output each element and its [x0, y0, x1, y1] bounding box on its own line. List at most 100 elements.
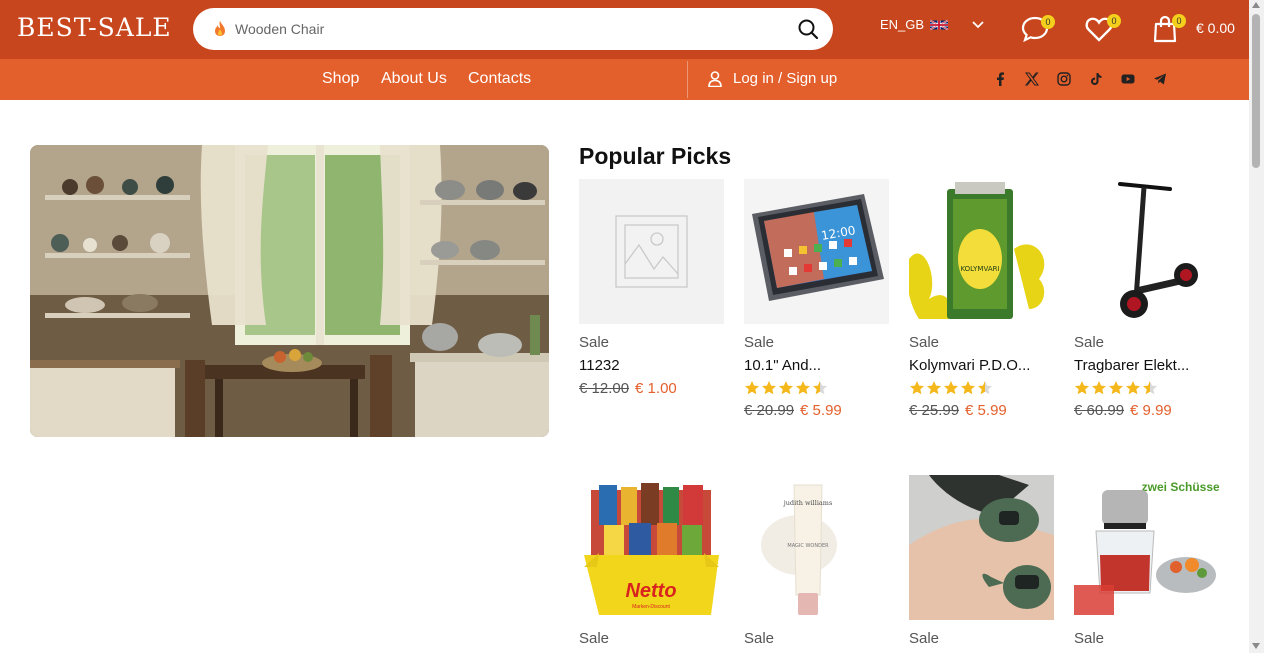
sale-label: Sale: [909, 334, 940, 351]
product-prices: € 20.99 € 5.99: [744, 402, 889, 419]
sale-price: € 9.99: [1130, 402, 1172, 419]
sale-price: € 5.99: [800, 402, 842, 419]
star-icon: [1092, 381, 1106, 395]
kitchen-illustration: [30, 145, 549, 437]
product-image-olive-oil[interactable]: KOLYMVARI: [909, 179, 1054, 324]
fire-icon: [215, 21, 225, 36]
star-icon: [1075, 381, 1089, 395]
x-icon[interactable]: [1025, 72, 1039, 86]
netto-logo-text: Netto: [625, 580, 676, 602]
messages-button[interactable]: 0: [1021, 15, 1055, 48]
tiktok-icon[interactable]: [1089, 72, 1103, 86]
product-card[interactable]: Sale Tragbarer Elekt... € 60.99 € 9.99: [1074, 179, 1219, 419]
rating-stars: [744, 380, 889, 396]
hero-kitchen-image[interactable]: [30, 145, 549, 437]
product-image-netto-box[interactable]: Netto Marken-Discount: [579, 475, 724, 620]
wishlist-button[interactable]: 0: [1085, 14, 1121, 47]
star-icon: [1109, 381, 1123, 395]
massager-illustration: [909, 475, 1054, 620]
scroll-down-arrow[interactable]: [1252, 643, 1260, 649]
sale-label: Sale: [579, 630, 610, 647]
login-label: Log in / Sign up: [733, 70, 838, 87]
messages-badge: 0: [1041, 15, 1055, 29]
old-price: € 20.99: [744, 402, 795, 419]
language-selector[interactable]: EN_GB: [880, 17, 984, 32]
nav-contacts[interactable]: Contacts: [468, 70, 531, 88]
product-image-tablet[interactable]: 12:00: [744, 179, 889, 324]
section-title: Popular Picks: [579, 143, 732, 169]
product-name[interactable]: Kolymvari P.D.O...: [909, 357, 1054, 374]
product-card[interactable]: Sale 11232 € 12.00 € 1.00: [579, 179, 724, 397]
product-card[interactable]: KOLYMVARI Sale Kolymvari P.D.O... € 25.9…: [909, 179, 1054, 419]
top-bar: BEST-SALE EN_GB 0: [0, 0, 1249, 59]
star-icon: [961, 381, 975, 395]
product-card[interactable]: judith williams MAGIC WONDER Sale: [744, 475, 889, 647]
product-card[interactable]: zwei Schüsseln Sale: [1074, 475, 1219, 647]
product-card[interactable]: 12:00 Sale 10.1" And... € 20.99 € 5.99: [744, 179, 889, 419]
olive-oil-can-illustration: KOLYMVARI: [909, 182, 1045, 319]
product-image-scooter[interactable]: [1074, 179, 1219, 324]
telegram-icon[interactable]: [1153, 72, 1167, 86]
star-icon: [1143, 381, 1157, 395]
star-icon: [978, 381, 992, 395]
sale-price: € 5.99: [965, 402, 1007, 419]
star-icon: [944, 381, 958, 395]
old-price: € 25.99: [909, 402, 960, 419]
login-link[interactable]: Log in / Sign up: [708, 70, 837, 87]
site-logo[interactable]: BEST-SALE: [17, 13, 172, 42]
old-price: € 60.99: [1074, 402, 1125, 419]
product-image-placeholder[interactable]: [579, 179, 724, 324]
search-input[interactable]: [235, 14, 775, 44]
search-icon[interactable]: [797, 18, 819, 40]
sale-label: Sale: [1074, 334, 1105, 351]
star-icon: [910, 381, 924, 395]
tube-brand-text: judith williams: [783, 499, 833, 507]
scroll-thumb[interactable]: [1252, 14, 1260, 168]
chopper-caption: zwei Schüsseln: [1142, 480, 1219, 494]
tablet-illustration: 12:00: [752, 194, 884, 301]
nav-bar: Shop About Us Contacts Log in / Sign up: [0, 59, 1249, 100]
star-icon: [927, 381, 941, 395]
sale-label: Sale: [579, 334, 610, 351]
cart-badge: 0: [1172, 14, 1186, 28]
star-icon: [813, 381, 827, 395]
product-prices: € 25.99 € 5.99: [909, 402, 1054, 419]
sale-label: Sale: [1074, 630, 1105, 647]
sale-price: € 1.00: [635, 380, 677, 397]
search-bar: [193, 8, 833, 50]
sale-label: Sale: [909, 630, 940, 647]
product-card[interactable]: Netto Marken-Discount Sale: [579, 475, 724, 647]
e-scooter-illustration: [1118, 182, 1198, 318]
nav-divider: [687, 61, 688, 98]
cart-button[interactable]: 0: [1153, 14, 1186, 48]
product-image-chopper[interactable]: zwei Schüsseln: [1074, 475, 1219, 620]
product-card[interactable]: Sale: [909, 475, 1054, 647]
scroll-up-arrow[interactable]: [1252, 2, 1260, 8]
youtube-icon[interactable]: [1121, 72, 1135, 86]
product-name[interactable]: 11232: [579, 357, 724, 374]
facebook-icon[interactable]: [993, 72, 1007, 86]
food-chopper-illustration: zwei Schüsseln: [1074, 480, 1219, 615]
old-price: € 12.00: [579, 380, 630, 397]
cart-total[interactable]: € 0.00: [1196, 20, 1235, 36]
product-image-cosmetic[interactable]: judith williams MAGIC WONDER: [744, 475, 889, 620]
chevron-down-icon[interactable]: [972, 19, 984, 31]
star-icon: [762, 381, 776, 395]
wishlist-badge: 0: [1107, 14, 1121, 28]
product-image-massager[interactable]: [909, 475, 1054, 620]
nav-about-us[interactable]: About Us: [381, 70, 447, 88]
user-icon: [708, 70, 722, 87]
product-name[interactable]: Tragbarer Elekt...: [1074, 357, 1219, 374]
uk-flag-icon: [930, 19, 949, 30]
svg-text:KOLYMVARI: KOLYMVARI: [960, 265, 999, 273]
nav-shop[interactable]: Shop: [322, 70, 359, 88]
language-label: EN_GB: [880, 17, 925, 32]
instagram-icon[interactable]: [1057, 72, 1071, 86]
product-name[interactable]: 10.1" And...: [744, 357, 889, 374]
rating-stars: [1074, 380, 1219, 396]
rating-stars: [909, 380, 1054, 396]
product-prices: € 12.00 € 1.00: [579, 380, 724, 397]
tube-product-text: MAGIC WONDER: [787, 543, 829, 549]
page-scrollbar[interactable]: [1249, 0, 1264, 653]
product-prices: € 60.99 € 9.99: [1074, 402, 1219, 419]
